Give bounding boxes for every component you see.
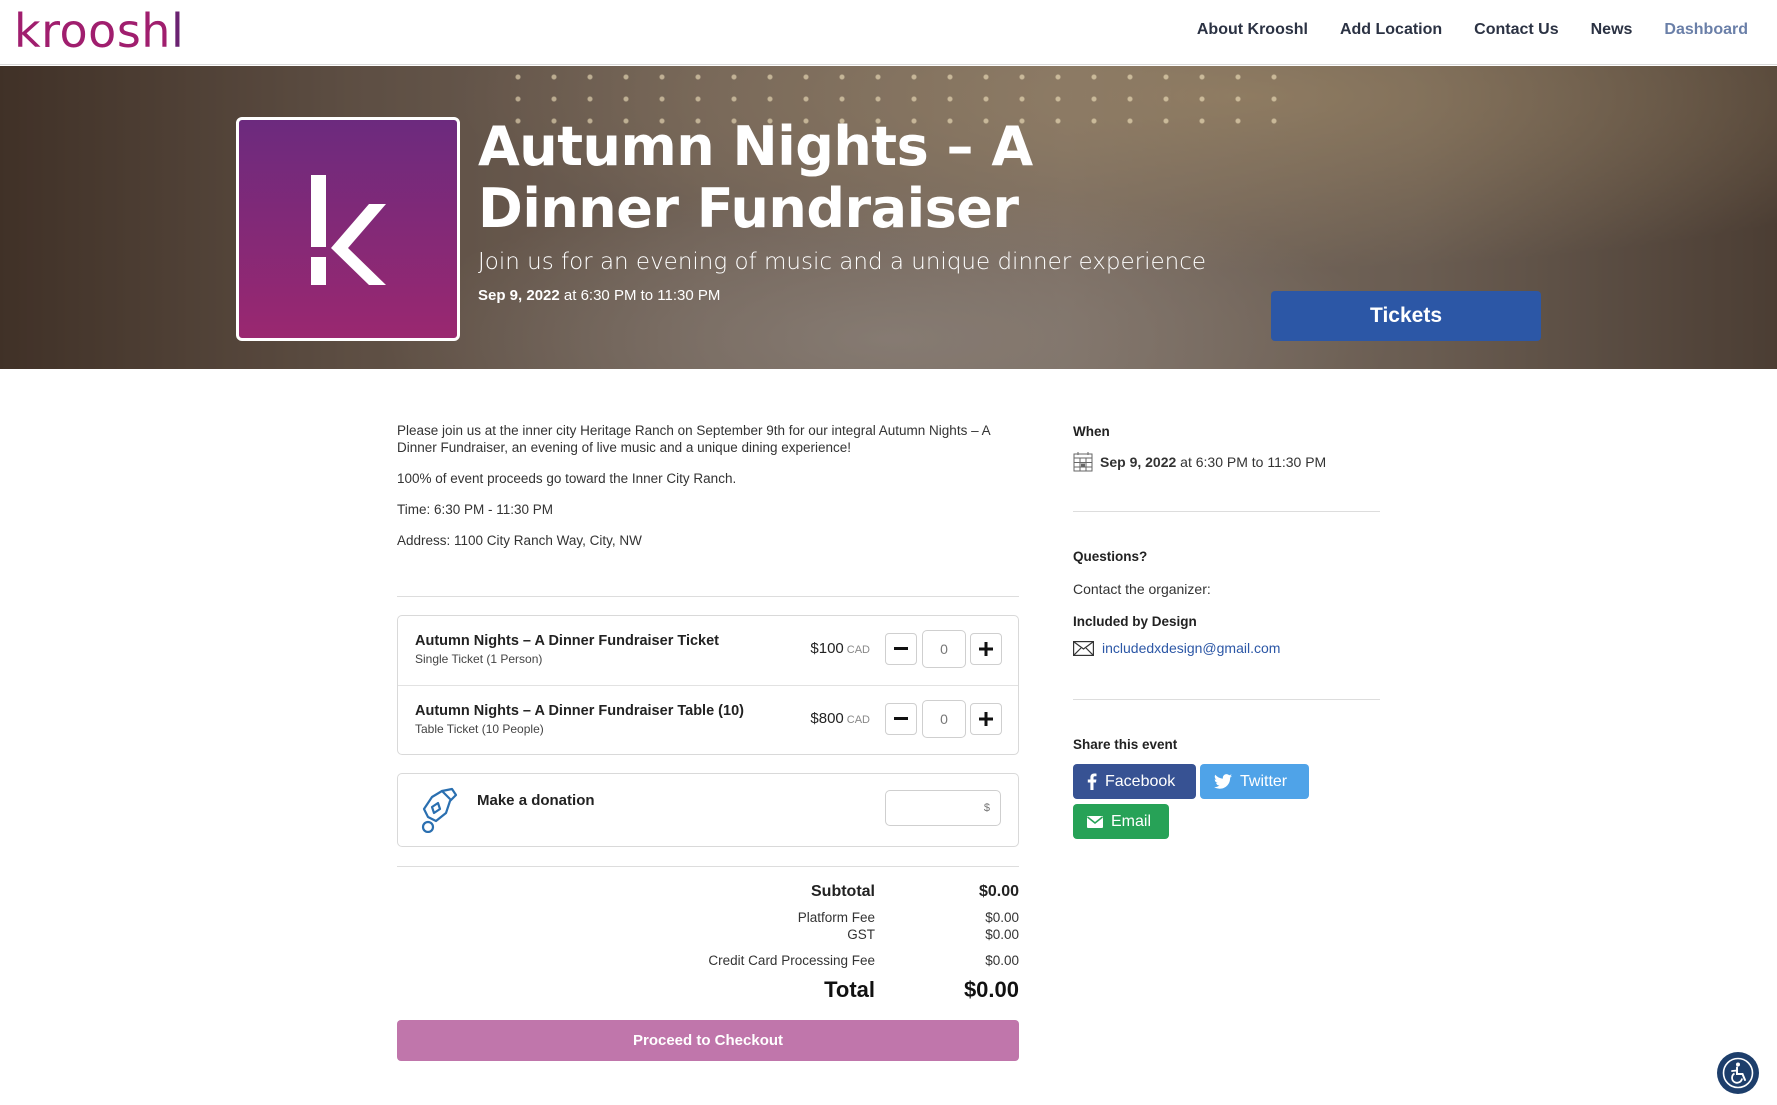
contact-organizer-text: Contact the organizer:	[1073, 581, 1211, 597]
ticket-quantity-input[interactable]	[922, 630, 966, 668]
nav-dashboard[interactable]: Dashboard	[1664, 21, 1748, 39]
ticket-row: Autumn Nights – A Dinner Fundraiser Tabl…	[398, 685, 1018, 755]
ticket-description: Table Ticket (10 People)	[415, 722, 544, 736]
share-heading: Share this event	[1073, 737, 1178, 752]
ticket-price: $800 CAD	[810, 710, 870, 727]
donation-amount-input[interactable]	[885, 790, 1001, 826]
event-hero-banner: Autumn Nights – A Dinner Fundraiser Join…	[0, 66, 1777, 369]
decrease-quantity-button[interactable]	[885, 703, 917, 735]
questions-heading: Questions?	[1073, 549, 1148, 564]
event-organizer-logo	[236, 117, 460, 341]
gst-row: GST $0.00	[847, 927, 1019, 942]
event-subtitle: Join us for an evening of music and a un…	[478, 249, 1206, 275]
divider	[397, 866, 1019, 867]
subtotal-row: Subtotal $0.00	[811, 883, 1019, 900]
ticket-list: Autumn Nights – A Dinner Fundraiser Tick…	[397, 615, 1019, 755]
description-paragraph: 100% of event proceeds go toward the Inn…	[397, 471, 737, 486]
increase-quantity-button[interactable]	[970, 703, 1002, 735]
ticket-price: $100 CAD	[810, 640, 870, 657]
top-nav-bar: krooshl About Krooshl Add Location Conta…	[0, 0, 1777, 65]
subtotal-value: $0.00	[978, 883, 1019, 900]
minus-icon	[894, 647, 908, 650]
total-row: Total $0.00	[824, 977, 1019, 1002]
main-nav: About Krooshl Add Location Contact Us Ne…	[1197, 21, 1748, 39]
accessibility-widget-button[interactable]	[1717, 1052, 1759, 1094]
proceed-to-checkout-button[interactable]: Proceed to Checkout	[397, 1020, 1019, 1061]
calendar-icon	[1073, 452, 1093, 472]
nav-contact-us[interactable]: Contact Us	[1474, 21, 1558, 39]
plus-icon	[979, 642, 993, 656]
share-facebook-button[interactable]: Facebook	[1073, 764, 1196, 799]
description-address: Address: 1100 City Ranch Way, City, NW	[397, 533, 642, 548]
krooshl-logo[interactable]: krooshl	[14, 4, 184, 58]
increase-quantity-button[interactable]	[970, 633, 1002, 665]
when-date: Sep 9, 2022 at 6:30 PM to 11:30 PM	[1073, 451, 1326, 472]
event-title: Autumn Nights – A Dinner Fundraiser	[478, 115, 1033, 240]
share-twitter-button[interactable]: Twitter	[1200, 764, 1309, 799]
ticket-row: Autumn Nights – A Dinner Fundraiser Tick…	[398, 616, 1018, 686]
cc-fee-value: $0.00	[985, 953, 1019, 968]
minus-icon	[894, 717, 908, 720]
divider	[1073, 699, 1380, 700]
twitter-icon	[1214, 774, 1232, 789]
nav-news[interactable]: News	[1591, 21, 1633, 39]
event-description: Please join us at the inner city Heritag…	[397, 422, 1017, 563]
accessibility-wheelchair-icon	[1722, 1057, 1754, 1089]
divider	[1073, 511, 1380, 512]
platform-fee-row: Platform Fee $0.00	[797, 910, 1019, 925]
organizer-email-link[interactable]: includedxdesign@gmail.com	[1102, 640, 1280, 656]
share-email-button[interactable]: Email	[1073, 804, 1169, 839]
organizer-name: Included by Design	[1073, 614, 1197, 629]
decrease-quantity-button[interactable]	[885, 633, 917, 665]
donation-row: Make a donation	[397, 773, 1019, 847]
event-date: Sep 9, 2022 at 6:30 PM to 11:30 PM	[478, 287, 721, 304]
platform-fee-value: $0.00	[985, 910, 1019, 925]
donation-hand-coin-icon	[421, 787, 458, 833]
k-logo-icon	[311, 175, 386, 285]
donation-label: Make a donation	[477, 792, 595, 809]
gst-value: $0.00	[985, 927, 1019, 942]
ticket-name: Autumn Nights – A Dinner Fundraiser Tick…	[415, 633, 720, 649]
nav-add-location[interactable]: Add Location	[1340, 21, 1442, 39]
description-time: Time: 6:30 PM - 11:30 PM	[397, 502, 554, 517]
ticket-description: Single Ticket (1 Person)	[415, 652, 543, 666]
facebook-icon	[1087, 773, 1097, 790]
cc-fee-row: Credit Card Processing Fee $0.00	[708, 953, 1019, 968]
envelope-icon	[1087, 815, 1103, 828]
tickets-button[interactable]: Tickets	[1271, 291, 1541, 341]
ticket-name: Autumn Nights – A Dinner Fundraiser Tabl…	[415, 703, 744, 719]
description-paragraph: Please join us at the inner city Heritag…	[397, 423, 990, 455]
divider	[397, 596, 1019, 597]
nav-about-krooshl[interactable]: About Krooshl	[1197, 21, 1308, 39]
ticket-quantity-input[interactable]	[922, 700, 966, 738]
when-heading: When	[1073, 424, 1110, 439]
organizer-email-row: includedxdesign@gmail.com	[1073, 640, 1280, 656]
plus-icon	[979, 712, 993, 726]
order-summary: Subtotal $0.00 Platform Fee $0.00 GST $0…	[600, 883, 1019, 1009]
total-value: $0.00	[963, 977, 1019, 1002]
envelope-icon	[1073, 640, 1094, 656]
